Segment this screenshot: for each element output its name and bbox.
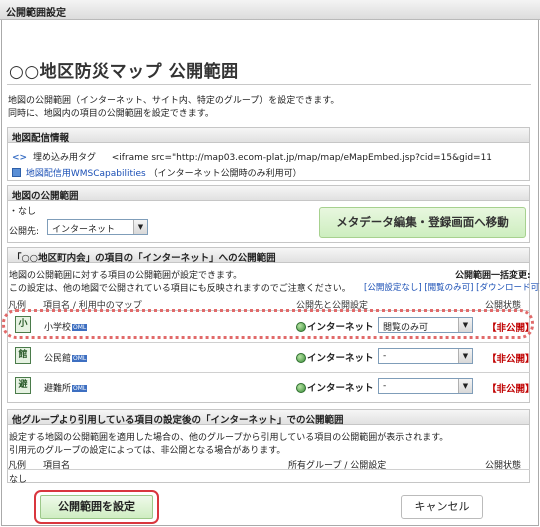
oml-badge: OML: [72, 324, 88, 331]
item-target: インターネット: [296, 380, 374, 394]
embed-tag-value[interactable]: <iframe src="http://map03.ecom-plat.jp/m…: [112, 153, 492, 163]
window-title: 公開範囲設定: [0, 0, 540, 20]
globe-icon: [296, 322, 306, 332]
ref-desc-1: 設定する地図の公開範囲を適用した場合の、他のグループから引用している項目の公開範…: [9, 433, 449, 443]
set-scope-button[interactable]: 公開範囲を設定: [40, 495, 153, 519]
oml-badge: OML: [72, 355, 88, 362]
status-badge: 【非公開】: [487, 323, 535, 334]
title-divider: [7, 84, 531, 85]
community-hall-icon: 館: [15, 347, 31, 364]
embed-tag-row: <> 埋め込み用タグ <iframe src="http://map03.eco…: [12, 150, 492, 163]
items-desc-2: この設定は、他の地図で公開されている項目にも反映されますのでご注意ください。: [9, 284, 351, 294]
map-scope-header: 地図の公開範囲: [7, 185, 530, 202]
distribution-header: 地図配信情報: [7, 127, 530, 144]
cancel-button[interactable]: キャンセル: [401, 495, 483, 519]
wms-row: 地図配信用WMSCapabilities （インターネット公開時のみ利用可）: [12, 166, 302, 179]
item-name[interactable]: 避難所 OML: [44, 381, 88, 394]
ref-desc-2: 引用元のグループの設定によっては、非公開となる場合があります。: [9, 446, 286, 456]
globe-icon: [296, 353, 306, 363]
items-desc-1: 地図の公開範囲に対する項目の公開範囲が設定できます。: [9, 271, 243, 281]
intro-text: 地図の公開範囲（インターネット、サイト内、特定のグループ）を設定できます。 同時…: [8, 95, 339, 121]
item-name[interactable]: 公民館 OML: [44, 351, 88, 364]
status-badge: 【非公開】: [487, 354, 535, 365]
wms-note: （インターネット公開時のみ利用可）: [148, 169, 302, 179]
embed-arrows-icon: <>: [12, 153, 28, 163]
ref-header-rule: [7, 469, 530, 470]
scope-select-value: インターネット: [52, 225, 116, 235]
wms-capabilities-link[interactable]: 地図配信用WMSCapabilities: [26, 169, 146, 179]
ref-scope-header: 他グループより引用している項目の設定後の「インターネット」での公開範囲: [7, 409, 530, 426]
school-icon: 小: [15, 316, 31, 333]
scope-label: 公開先:: [9, 227, 40, 237]
chevron-down-icon[interactable]: ▼: [458, 379, 472, 393]
item-setting-select[interactable]: 閲覧のみ可 ▼: [378, 317, 473, 333]
items-scope-header: 「○○地区町内会」の項目の「インターネット」への公開範囲: [7, 247, 530, 264]
row-rule: [7, 342, 530, 343]
wms-icon: [12, 168, 21, 177]
chevron-down-icon[interactable]: ▼: [133, 220, 147, 234]
item-setting-select[interactable]: - ▼: [378, 378, 473, 394]
metadata-edit-button[interactable]: メタデータ編集・登録画面へ移動: [319, 207, 526, 238]
ref-none: なし: [9, 475, 28, 485]
item-name[interactable]: 小学校 OML: [44, 320, 88, 333]
row-rule: [7, 372, 530, 373]
item-target: インターネット: [296, 319, 374, 333]
globe-icon: [296, 383, 306, 393]
status-badge: 【非公開】: [487, 384, 535, 395]
item-setting-select[interactable]: - ▼: [378, 348, 473, 364]
page-title: ○○地区防災マップ 公開範囲: [9, 62, 239, 82]
embed-tag-label: 埋め込み用タグ: [32, 153, 96, 163]
shelter-icon: 避: [15, 377, 31, 394]
intro-line-2: 同時に、地図内の項目の公開範囲を設定できます。: [8, 109, 214, 119]
bulk-change-links[interactable]: [公開設定なし] [閲覧のみ可] [ダウンロード可]: [364, 281, 540, 293]
intro-line-1: 地図の公開範囲（インターネット、サイト内、特定のグループ）を設定できます。: [8, 96, 340, 106]
chevron-down-icon[interactable]: ▼: [458, 349, 472, 363]
item-target: インターネット: [296, 350, 374, 364]
chevron-down-icon[interactable]: ▼: [458, 318, 472, 332]
scope-select[interactable]: インターネット ▼: [47, 219, 148, 235]
map-scope-none: ・なし: [9, 207, 37, 217]
bulk-change-label: 公開範囲一括変更:: [455, 271, 531, 281]
oml-badge: OML: [72, 385, 88, 392]
